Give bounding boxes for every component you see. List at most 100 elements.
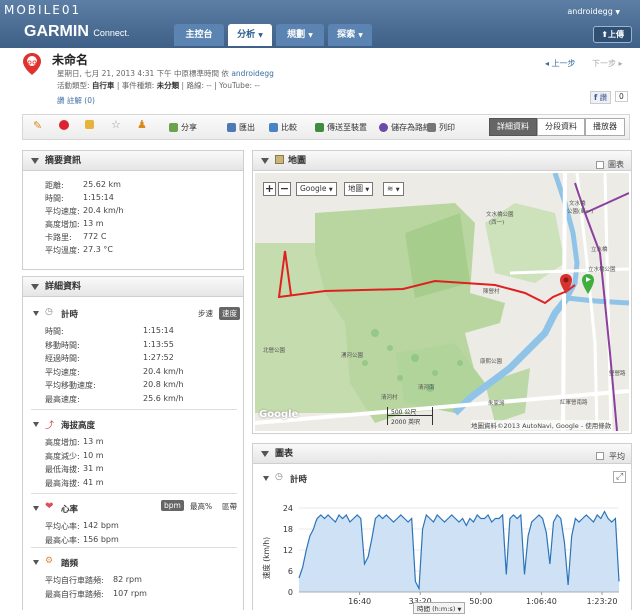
chevron-down-icon: ▼ (615, 9, 620, 16)
activity-type-value[interactable]: 自行車 (92, 81, 115, 90)
map-label: 陳營村 (483, 289, 500, 295)
map-type-dropdown[interactable]: 地圖 ▼ (344, 182, 374, 196)
collapse-icon[interactable] (33, 506, 39, 511)
print-icon (427, 123, 436, 132)
details-header[interactable]: 詳細資料 (23, 277, 243, 297)
previous-link[interactable]: ◂ 上一步 (545, 58, 576, 69)
chevron-down-icon: ▼ (308, 32, 313, 39)
user-menu[interactable]: androidegg ▼ (567, 7, 620, 16)
send-to-device-button[interactable]: 傳送至裝置 (315, 122, 367, 133)
nav-tab-dashboard[interactable]: 主控台 (174, 24, 224, 46)
start-marker-icon[interactable] (581, 273, 595, 295)
pace-toggle[interactable]: 步速 (195, 307, 216, 320)
summary-stat-label: 平均溫度: (45, 246, 80, 255)
delete-icon[interactable] (59, 120, 72, 130)
map-canvas[interactable]: + − Google ▼ 地圖 ▼ ≋ ▼ 文水橋公園 (西一) 文水橋 公園(… (255, 173, 629, 431)
speed-chart[interactable]: 速度 (km/h) 06121824 16:4033:2050:001:06:4… (255, 488, 629, 611)
collapse-icon (261, 451, 269, 457)
garmin-connect-logo[interactable]: GARMIN Connect. (24, 23, 129, 41)
timing-stat-label: 經過時間: (45, 354, 80, 363)
upload-icon: ⬆ (601, 30, 608, 39)
nav-tab-analysis-label: 分析 (237, 30, 256, 40)
map-label: 雙營路 (609, 371, 626, 377)
x-axis-unit-dropdown[interactable]: 時間 (h:m:s) ▼ (413, 602, 466, 614)
facebook-like-label: 讚 (599, 93, 608, 102)
share-button[interactable]: 分享 (169, 122, 197, 133)
like-link[interactable]: 讚 (57, 96, 65, 105)
zoom-in-button[interactable]: + (263, 182, 276, 196)
speed-toggle[interactable]: 速度 (219, 307, 240, 320)
event-type-value[interactable]: 未分類 (157, 81, 180, 90)
elevation-stat-value: 41 m (83, 477, 104, 487)
activity-type-label: 活動類型: (57, 81, 90, 90)
divider (31, 547, 237, 548)
map-icon (275, 155, 284, 164)
map-label: 清河南 (418, 385, 435, 391)
average-checkbox[interactable] (596, 452, 604, 460)
zone-toggle[interactable]: 區帶 (219, 500, 240, 513)
google-logo[interactable]: Google (259, 409, 298, 420)
details-view-button[interactable]: 詳細資料 (489, 118, 537, 136)
nav-tab-plan[interactable]: 規劃 ▼ (276, 24, 324, 46)
nav-tab-explore[interactable]: 探索 ▼ (328, 24, 372, 46)
y-tick-label: 0 (288, 588, 293, 597)
facebook-icon: f (594, 93, 598, 102)
export-button[interactable]: 匯出 (227, 122, 255, 133)
collapse-icon[interactable] (33, 560, 39, 565)
timing-stat-value: 1:13:55 (143, 339, 174, 349)
owner-link[interactable]: androidegg (231, 69, 274, 78)
cadence-section-title: 踏頻 (61, 559, 79, 569)
y-tick-label: 24 (283, 504, 293, 513)
x-tick-label: 1:06:40 (526, 597, 557, 606)
cadence-stat-label: 最高自行車踏頻: (45, 589, 104, 599)
summary-stat-value: 1:15:14 (83, 193, 114, 202)
summary-title: 摘要資訊 (45, 156, 82, 166)
map-attribution[interactable]: 地圖資料©2013 AutoNavi, Google - 使用條款 (471, 420, 612, 430)
comments-link[interactable]: 註解 (67, 96, 82, 105)
divider (31, 409, 237, 410)
map-panel: 地圖 圖表 + − Google ▼ 地圖 ▼ ≋ ▼ 文水橋公園 (西一) 文… (252, 150, 632, 434)
summary-panel: 摘要資訊 距離: 25.62 km 時間: 1:15:14 平均速度: 20.4 km/h… (22, 150, 244, 270)
privacy-lock-icon[interactable] (85, 120, 97, 129)
edit-icon[interactable]: ✎ (33, 119, 42, 132)
chevron-down-icon: ▼ (365, 187, 370, 193)
timing-stat-label: 時間: (45, 327, 64, 336)
layers-dropdown[interactable]: ≋ ▼ (383, 182, 404, 196)
collapse-icon[interactable] (263, 476, 269, 481)
map-provider-dropdown[interactable]: Google ▼ (296, 182, 337, 196)
nav-tab-analysis[interactable]: 分析 ▼ (228, 24, 272, 46)
save-as-course-button[interactable]: 儲存為路線 (379, 122, 431, 133)
charts-header[interactable]: 圖表 (253, 444, 631, 464)
end-marker-icon[interactable] (559, 273, 573, 295)
mobile01-logo[interactable]: MOBILE01 (4, 3, 81, 17)
activity-title[interactable]: 未命名 (52, 51, 88, 68)
save-as-course-label: 儲存為路線 (391, 123, 431, 132)
expand-chart-icon[interactable]: ⤢ (613, 471, 627, 483)
summary-stat-value: 25.62 km (83, 180, 121, 189)
splits-view-button[interactable]: 分段資料 (537, 118, 585, 136)
player-view-button[interactable]: 播放器 (585, 118, 625, 136)
facebook-like-button[interactable]: f 讚 (590, 91, 612, 104)
bpm-toggle[interactable]: bpm (161, 500, 184, 511)
charts-title: 圖表 (275, 449, 294, 459)
map-header[interactable]: 地圖 (253, 151, 631, 171)
summary-stat-value: 27.3 °C (83, 245, 113, 254)
cadence-icon: ⚙ (45, 556, 54, 566)
badge-icon[interactable]: ♟ (137, 118, 147, 131)
lock-shape (85, 120, 94, 129)
max-percent-toggle[interactable]: 最高% (187, 500, 215, 513)
upload-button[interactable]: ⬆上傳 (593, 26, 632, 43)
collapse-icon (261, 158, 269, 164)
map-label: (西一) (489, 220, 505, 226)
chart-overlay-checkbox[interactable] (596, 161, 604, 169)
print-button[interactable]: 列印 (427, 122, 455, 133)
favorite-star-icon[interactable]: ☆ (111, 118, 121, 131)
summary-header[interactable]: 摘要資訊 (23, 151, 243, 171)
zoom-out-button[interactable]: − (278, 182, 291, 196)
collapse-icon[interactable] (33, 422, 39, 427)
brand-name: GARMIN (24, 23, 89, 40)
summary-stat-label: 時間: (45, 194, 64, 203)
collapse-icon[interactable] (33, 311, 39, 316)
elevation-stat-label: 高度增加: (45, 438, 80, 447)
compare-button[interactable]: 比較 (269, 122, 297, 133)
